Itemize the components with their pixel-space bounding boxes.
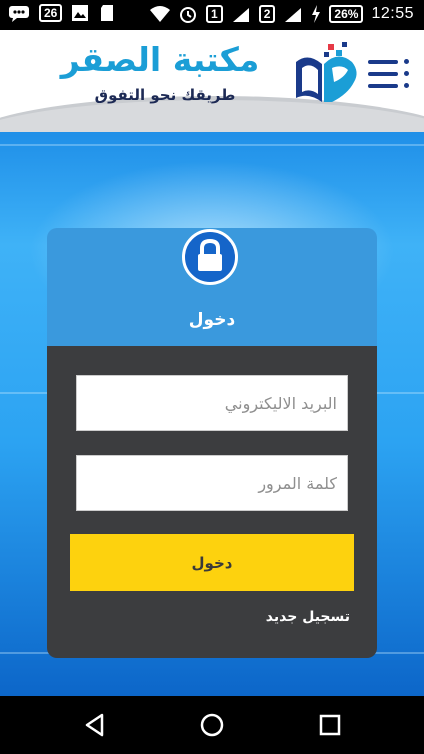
- status-bar-right: 1 2 26% 12:55: [150, 4, 414, 24]
- status-bar-left: 26: [8, 4, 116, 22]
- back-icon[interactable]: [80, 710, 110, 740]
- password-field[interactable]: [77, 456, 347, 510]
- signal-icon-2: [285, 8, 302, 22]
- image-icon: [72, 5, 89, 21]
- email-field[interactable]: [77, 376, 347, 430]
- chat-icon: [9, 6, 29, 22]
- wifi-icon: [150, 6, 171, 22]
- menu-icon[interactable]: [368, 58, 412, 90]
- app-title: مكتبة الصقر: [60, 40, 260, 79]
- recents-icon[interactable]: [315, 710, 345, 740]
- battery-icon: 26%: [329, 5, 364, 23]
- falcon-logo-icon: [296, 42, 357, 102]
- sd-card-icon: [101, 5, 114, 21]
- system-nav-bar: [0, 696, 424, 754]
- email-field-container: [76, 375, 348, 431]
- charging-icon: [312, 5, 321, 23]
- password-field-container: [76, 455, 348, 511]
- clock: 12:55: [371, 5, 414, 22]
- home-icon[interactable]: [197, 710, 227, 740]
- sim-26-icon: 26: [39, 4, 63, 22]
- sim-slot-1-icon: 1: [206, 5, 223, 23]
- login-button[interactable]: دخول: [70, 534, 354, 591]
- signal-icon: [232, 8, 249, 22]
- app-header: مكتبة الصقر طريقك نحو التفوق: [0, 30, 424, 132]
- lock-icon: [182, 229, 238, 285]
- login-title: دخول: [188, 310, 236, 330]
- register-link[interactable]: تسجيل جديد: [230, 609, 350, 625]
- alarm-icon: [180, 7, 197, 23]
- status-bar: 26 1 2 26% 12:55: [0, 0, 424, 30]
- sim-slot-2-icon: 2: [258, 5, 276, 23]
- app-subtitle: طريقك نحو التفوق: [94, 86, 236, 104]
